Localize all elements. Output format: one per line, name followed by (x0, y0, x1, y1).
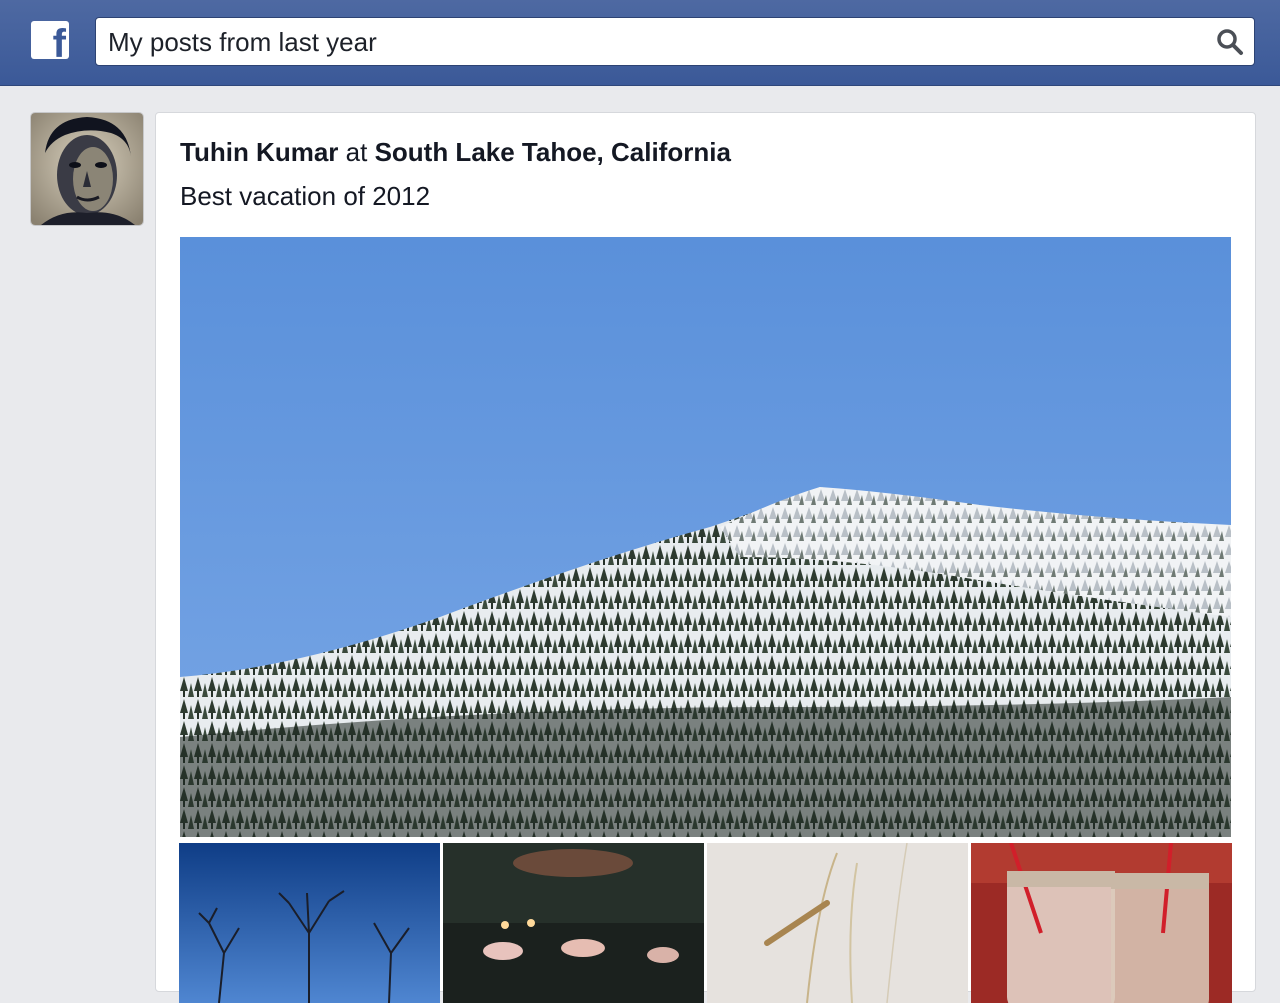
search-icon[interactable] (1216, 28, 1244, 56)
mountain-photo (180, 237, 1231, 837)
thumbnail-2[interactable] (443, 843, 704, 1003)
search-input[interactable] (108, 24, 1198, 60)
thumbnail-4[interactable] (971, 843, 1232, 1003)
avatar-photo (31, 113, 143, 225)
author-name[interactable]: Tuhin Kumar (180, 137, 338, 167)
search-box[interactable] (95, 17, 1255, 66)
thumbnail-3[interactable] (707, 843, 968, 1003)
facebook-f-icon: f (52, 22, 66, 59)
post-card: Tuhin Kumar at South Lake Tahoe, Califor… (155, 112, 1256, 1003)
drinks-photo (971, 843, 1232, 1003)
trees-photo (179, 843, 440, 1003)
grill-photo (443, 843, 704, 1003)
top-bar: f (0, 0, 1280, 86)
location-name[interactable]: South Lake Tahoe, California (375, 137, 731, 167)
facebook-logo[interactable]: f (31, 21, 69, 59)
post-header: Tuhin Kumar at South Lake Tahoe, Califor… (180, 137, 731, 168)
avatar[interactable] (31, 113, 143, 225)
at-text: at (345, 137, 368, 167)
main-photo[interactable] (180, 237, 1231, 837)
status-text: Best vacation of 2012 (180, 181, 431, 211)
grass-photo (707, 843, 968, 1003)
thumbnail-1[interactable] (179, 843, 440, 1003)
